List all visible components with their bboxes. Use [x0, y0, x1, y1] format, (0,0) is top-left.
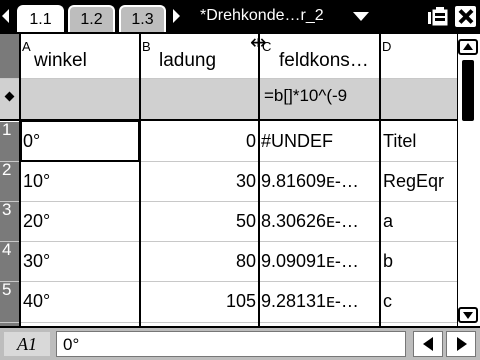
scroll-up-icon[interactable] — [458, 39, 478, 55]
row-header-5[interactable]: 5 — [0, 280, 20, 326]
cell-a2[interactable]: 10° — [23, 171, 50, 192]
row-number: 2 — [2, 160, 12, 179]
cell-b5[interactable]: 105 — [142, 291, 256, 312]
column-name-feldkons[interactable]: feldkons… — [279, 50, 369, 72]
cell-c5[interactable]: 9.28131ᴇ-… — [261, 291, 359, 312]
close-icon[interactable] — [455, 6, 476, 27]
cell-c3[interactable]: 8.30626ᴇ-… — [261, 211, 359, 232]
cell-a3[interactable]: 20° — [23, 211, 50, 232]
cell-a5[interactable]: 40° — [23, 291, 50, 312]
triangle-right-icon[interactable] — [173, 9, 180, 23]
nav-right-arrow-icon[interactable] — [446, 331, 476, 357]
tab-1-3[interactable]: 1.3 — [119, 5, 166, 32]
row-number: 4 — [2, 240, 12, 259]
triangle-down-icon[interactable] — [353, 12, 369, 21]
row-number: 1 — [2, 120, 12, 139]
selected-cell-highlight — [20, 120, 140, 162]
battery-icon — [428, 7, 448, 26]
entry-line-input[interactable]: 0° — [56, 331, 406, 357]
row-header-2[interactable]: 2 — [0, 160, 20, 202]
row-number: 3 — [2, 200, 12, 219]
cell-b3[interactable]: 50 — [142, 211, 256, 232]
cell-d1[interactable]: Titel — [383, 131, 416, 152]
column-name-winkel[interactable]: winkel — [34, 50, 87, 72]
cell-c4[interactable]: 9.09091ᴇ-… — [261, 251, 359, 272]
row-number: 5 — [2, 280, 12, 299]
spreadsheet: 1 2 3 4 5 A winkel B ladung C feldkons… … — [0, 34, 480, 326]
column-letter-b[interactable]: B — [142, 39, 151, 54]
column-name-ladung[interactable]: ladung — [159, 50, 216, 72]
row-header-1[interactable]: 1 — [0, 120, 20, 162]
nav-left-arrow-icon[interactable] — [413, 331, 443, 357]
row-header-4[interactable]: 4 — [0, 240, 20, 282]
scroll-down-icon[interactable] — [458, 307, 478, 323]
tab-1-1[interactable]: 1.1 — [17, 5, 64, 32]
cell-d3[interactable]: a — [383, 211, 393, 232]
cell-d5[interactable]: c — [383, 291, 392, 312]
scroll-thumb[interactable] — [462, 60, 474, 121]
row-header-3[interactable]: 3 — [0, 200, 20, 242]
column-resize-icon: ⇹ — [250, 32, 267, 54]
formula-cell-c[interactable]: =b[]*10^(-9 — [264, 86, 347, 106]
column-header-corner — [0, 34, 20, 79]
document-title[interactable]: *Drehkonde…r_2 — [200, 7, 324, 25]
column-letter-a[interactable]: A — [22, 39, 31, 54]
formula-row — [20, 79, 457, 119]
tab-1-2[interactable]: 1.2 — [68, 5, 115, 32]
cell-reference: A1 — [4, 332, 50, 356]
triangle-left-icon[interactable] — [2, 9, 9, 23]
entry-line-value: 0° — [63, 335, 80, 354]
cell-c2[interactable]: 9.81609ᴇ-… — [261, 171, 359, 192]
cell-c1[interactable]: #UNDEF — [261, 131, 333, 152]
cell-d4[interactable]: b — [383, 251, 393, 272]
cell-d2[interactable]: RegEqr — [383, 171, 444, 192]
top-bar: 1.1 1.2 1.3 *Drehkonde…r_2 — [0, 0, 480, 34]
cell-a4[interactable]: 30° — [23, 251, 50, 272]
cell-b2[interactable]: 30 — [142, 171, 256, 192]
entry-line-bar: A1 0° — [0, 326, 480, 360]
cell-b4[interactable]: 80 — [142, 251, 256, 272]
column-letter-d[interactable]: D — [382, 39, 391, 54]
cell-b1[interactable]: 0 — [142, 131, 256, 152]
